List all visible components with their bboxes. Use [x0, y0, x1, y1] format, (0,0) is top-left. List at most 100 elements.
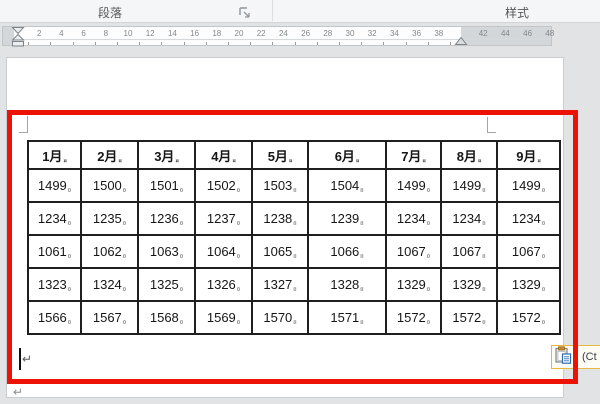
- cell-end-mark: ¤: [236, 287, 241, 293]
- table-row: 1061¤ 1062¤ 1063¤ 1064¤ 1065¤ 1066¤ 1067¤ 1067¤…: [27, 234, 561, 269]
- paragraph-group-label: 段落: [97, 6, 122, 20]
- cell-end-mark: ¤: [541, 320, 546, 326]
- data-cell[interactable]: 1569¤: [194, 300, 253, 335]
- paragraph-mark: ↵: [22, 352, 33, 366]
- ruler-tick: [316, 42, 318, 45]
- data-cell[interactable]: 1570¤: [251, 300, 309, 335]
- data-cell[interactable]: 1329¤: [385, 267, 442, 302]
- data-cell[interactable]: 1500¤: [80, 168, 139, 203]
- cell-end-mark: ¤: [482, 221, 486, 227]
- header-cell[interactable]: 5月¤: [251, 140, 309, 170]
- data-cell[interactable]: 1238¤: [251, 201, 309, 236]
- data-cell[interactable]: 1061¤: [27, 234, 82, 269]
- data-cell[interactable]: 1062¤: [80, 234, 139, 269]
- header-cell[interactable]: 2月¤: [80, 140, 139, 170]
- ruler-tick: [250, 42, 252, 45]
- cell-end-mark: ¤: [67, 287, 72, 293]
- data-cell[interactable]: 1237¤: [194, 201, 253, 236]
- data-cell[interactable]: 1066¤: [307, 234, 387, 269]
- header-cell[interactable]: 4月¤: [194, 140, 253, 170]
- data-cell[interactable]: 1327¤: [251, 267, 309, 302]
- data-cell[interactable]: 1067¤: [496, 234, 561, 269]
- cell-end-mark: ¤: [179, 221, 184, 227]
- cell-end-mark: ¤: [482, 254, 486, 260]
- ruler-number: 34: [389, 29, 399, 38]
- ruler-number: 16: [190, 29, 200, 38]
- data-cell-text: 1327: [263, 277, 293, 292]
- data-cell[interactable]: 1064¤: [194, 234, 253, 269]
- data-cell[interactable]: 1499¤: [496, 168, 561, 203]
- data-cell[interactable]: 1325¤: [137, 267, 196, 302]
- header-cell[interactable]: 9月¤: [496, 140, 561, 170]
- data-cell[interactable]: 1065¤: [251, 234, 309, 269]
- data-cell-text: 1324: [92, 277, 122, 292]
- header-cell[interactable]: 7月¤: [385, 140, 442, 170]
- data-cell[interactable]: 1236¤: [137, 201, 196, 236]
- cell-end-mark: ¤: [422, 158, 426, 165]
- cell-end-mark: ¤: [426, 254, 431, 260]
- data-cell[interactable]: 1323¤: [27, 267, 82, 302]
- data-cell[interactable]: 1572¤: [496, 300, 561, 335]
- data-cell-text: 1325: [149, 277, 179, 292]
- data-cell[interactable]: 1572¤: [440, 300, 498, 335]
- data-cell[interactable]: 1329¤: [440, 267, 498, 302]
- indent-markers[interactable]: [11, 27, 25, 52]
- data-cell[interactable]: 1239¤: [307, 201, 387, 236]
- data-cell-text: 1064: [206, 244, 236, 259]
- data-cell[interactable]: 1571¤: [307, 300, 387, 335]
- data-cell[interactable]: 1502¤: [194, 168, 253, 203]
- data-cell[interactable]: 1567¤: [80, 300, 139, 335]
- data-cell[interactable]: 1329¤: [496, 267, 561, 302]
- data-cell[interactable]: 1499¤: [27, 168, 82, 203]
- data-cell[interactable]: 1572¤: [385, 300, 442, 335]
- header-cell-text: 5月: [267, 148, 288, 164]
- data-cell[interactable]: 1326¤: [194, 267, 253, 302]
- data-cell[interactable]: 1234¤: [27, 201, 82, 236]
- cell-end-mark: ¤: [288, 158, 293, 165]
- data-cell-text: 1501: [149, 178, 179, 193]
- data-cell[interactable]: 1067¤: [440, 234, 498, 269]
- data-cell[interactable]: 1234¤: [440, 201, 498, 236]
- ruler-number: 10: [123, 29, 133, 38]
- table-row: 1566¤ 1567¤ 1568¤ 1569¤ 1570¤ 1571¤ 1572¤ 1572¤…: [27, 300, 561, 335]
- cell-end-mark: ¤: [236, 254, 241, 260]
- cell-end-mark: ¤: [482, 188, 486, 194]
- data-cell-text: 1067: [452, 244, 482, 259]
- right-indent-marker[interactable]: [454, 33, 468, 51]
- header-cell[interactable]: 1月¤: [27, 140, 82, 170]
- data-cell[interactable]: 1067¤: [385, 234, 442, 269]
- data-cell[interactable]: 1234¤: [385, 201, 442, 236]
- data-cell-text: 1499: [511, 178, 541, 193]
- data-cell[interactable]: 1504¤: [307, 168, 387, 203]
- cell-end-mark: ¤: [122, 320, 127, 326]
- data-cell[interactable]: 1499¤: [440, 168, 498, 203]
- styles-group-label: 样式: [504, 6, 529, 20]
- data-cell[interactable]: 1324¤: [80, 267, 139, 302]
- header-cell[interactable]: 3月¤: [137, 140, 196, 170]
- cell-end-mark: ¤: [175, 158, 179, 165]
- data-cell[interactable]: 1063¤: [137, 234, 196, 269]
- header-cell[interactable]: 8月¤: [440, 140, 498, 170]
- cell-end-mark: ¤: [360, 287, 364, 293]
- ruler-tick: [183, 42, 185, 45]
- ruler-number: 22: [256, 29, 266, 38]
- dialog-launcher-icon[interactable]: [239, 6, 251, 18]
- ruler-tick: [449, 42, 451, 45]
- paste-options-button[interactable]: (Ct: [551, 345, 600, 369]
- ruler-number: 46: [523, 29, 533, 38]
- ruler-number: 48: [545, 29, 555, 38]
- data-cell[interactable]: 1235¤: [80, 201, 139, 236]
- header-cell[interactable]: 6月¤: [307, 140, 387, 170]
- data-cell[interactable]: 1503¤: [251, 168, 309, 203]
- data-cell[interactable]: 1568¤: [137, 300, 196, 335]
- data-cell[interactable]: 1566¤: [27, 300, 82, 335]
- data-cell-text: 1323: [37, 277, 67, 292]
- data-cell[interactable]: 1234¤: [496, 201, 561, 236]
- ruler-number: 12: [145, 29, 155, 38]
- data-cell[interactable]: 1328¤: [307, 267, 387, 302]
- data-cell[interactable]: 1499¤: [385, 168, 442, 203]
- cell-end-mark: ¤: [541, 221, 546, 227]
- horizontal-ruler[interactable]: 2 4 6 8 10 12 14 16 18 20 22 24 26 28 30 32 34 36 38 42 44 46…: [2, 26, 555, 47]
- data-cell-text: 1572: [396, 310, 426, 325]
- data-cell[interactable]: 1501¤: [137, 168, 196, 203]
